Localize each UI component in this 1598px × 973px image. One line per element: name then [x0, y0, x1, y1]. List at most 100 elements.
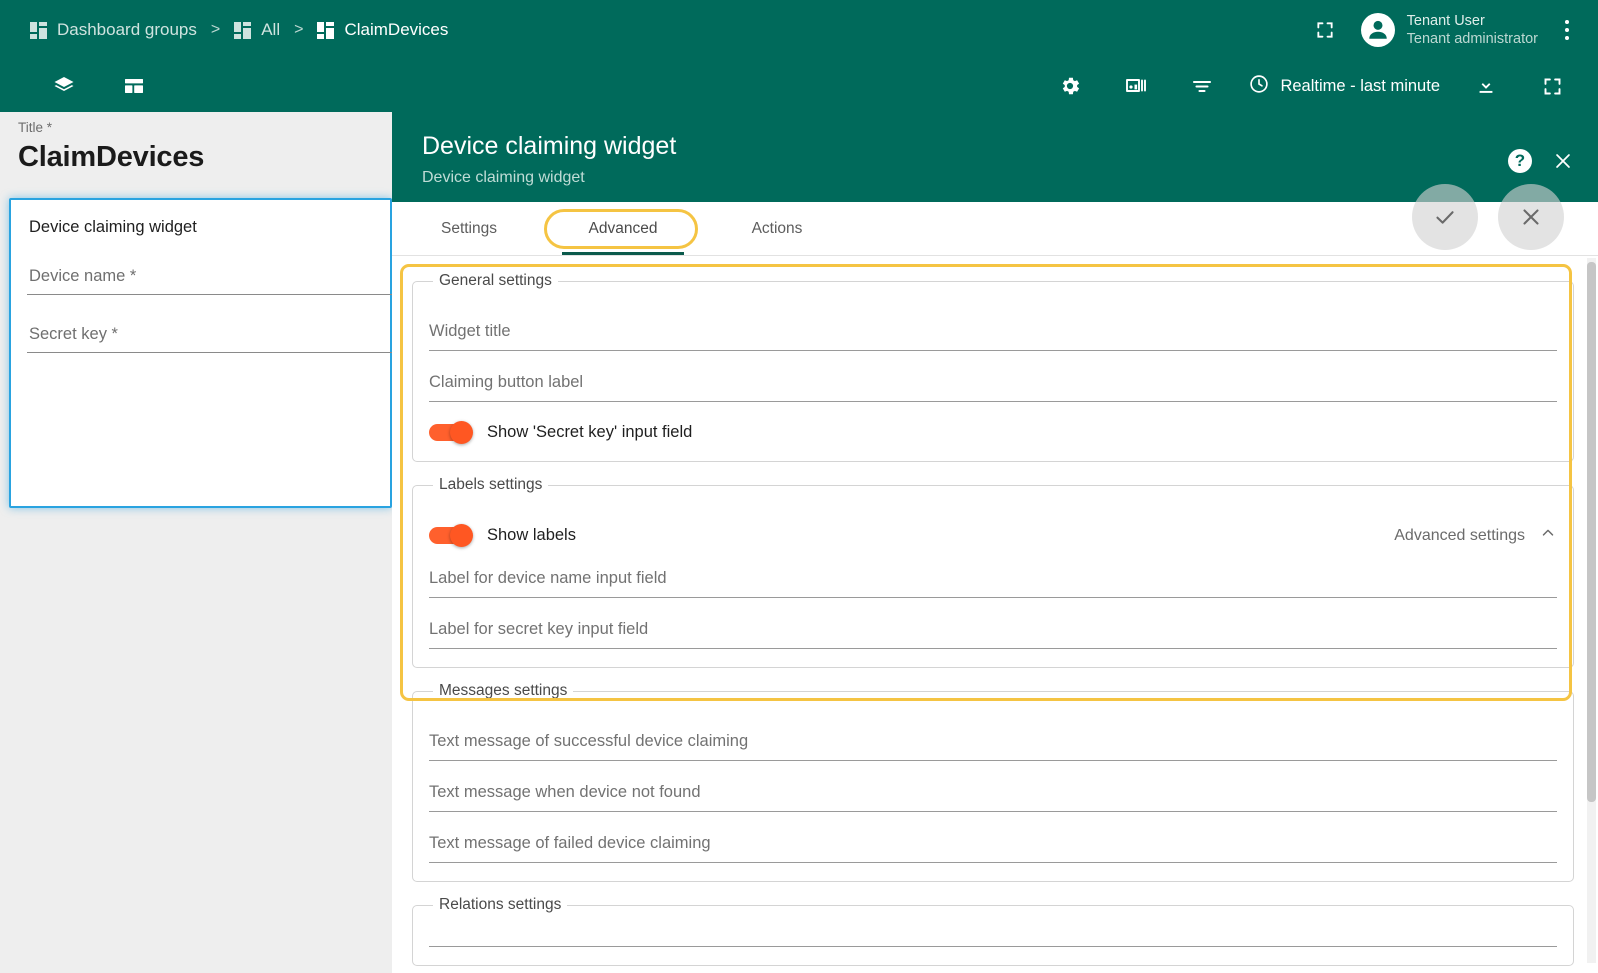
advanced-settings-form: General settings Widget title Claiming b… [392, 256, 1598, 973]
input-underline [429, 350, 1557, 351]
input-underline [429, 648, 1557, 649]
device-not-found-placeholder: Text message when device not found [429, 783, 1557, 811]
advanced-settings-expander[interactable]: Advanced settings [1394, 524, 1557, 547]
apply-button[interactable] [1412, 184, 1478, 250]
show-secret-key-label: Show 'Secret key' input field [487, 423, 692, 442]
toggle-knob [450, 524, 473, 547]
success-message-placeholder: Text message of successful device claimi… [429, 732, 1557, 760]
group-messages-settings: Messages settings Text message of succes… [412, 682, 1574, 882]
relations-placeholder-field[interactable] [429, 946, 1557, 947]
dialog-scrollbar-thumb[interactable] [1587, 262, 1596, 802]
breadcrumb-separator: > [197, 21, 234, 39]
show-secret-key-toggle[interactable] [429, 422, 471, 443]
device-name-label-field[interactable]: Label for device name input field [429, 569, 1557, 598]
widget-secret-key-field[interactable]: Secret key * [29, 325, 372, 353]
input-underline [429, 401, 1557, 402]
breadcrumb-label: All [261, 20, 280, 40]
breadcrumb-label: ClaimDevices [344, 20, 448, 40]
filter-icon[interactable] [1182, 66, 1222, 106]
time-window-label: Realtime - last minute [1280, 77, 1440, 96]
dialog-floating-actions [1412, 184, 1564, 250]
input-underline [429, 862, 1557, 863]
advanced-settings-label: Advanced settings [1394, 527, 1525, 545]
dashboard-grid-icon [30, 22, 47, 39]
user-menu[interactable]: Tenant User Tenant administrator [1361, 12, 1538, 48]
help-icon[interactable]: ? [1508, 149, 1532, 173]
widget-device-name-field[interactable]: Device name * [29, 267, 372, 295]
widget-title-placeholder: Widget title [429, 322, 1557, 350]
dialog-title: Device claiming widget [422, 132, 1598, 161]
claiming-button-label-field[interactable]: Claiming button label [429, 373, 1557, 402]
app-bar-actions: Tenant User Tenant administrator [1305, 10, 1598, 50]
tab-advanced[interactable]: Advanced [546, 202, 700, 255]
input-underline [429, 946, 1557, 947]
dashboard-edit-panel: Title * ClaimDevices Device claiming wid… [0, 112, 392, 973]
chevron-up-icon [1539, 524, 1557, 547]
widget-preview-card[interactable]: Device claiming widget Device name * Sec… [9, 198, 392, 508]
failed-claiming-message-field[interactable]: Text message of failed device claiming [429, 834, 1557, 863]
close-icon[interactable] [1550, 148, 1576, 174]
toggle-knob [450, 421, 473, 444]
breadcrumb-separator: > [280, 21, 317, 39]
dashboard-title-value: ClaimDevices [18, 141, 374, 174]
show-labels-toggle-row: Show labels Advanced settings [429, 524, 1557, 547]
tab-label: Advanced [589, 220, 658, 238]
tab-label: Settings [441, 220, 497, 238]
layers-icon[interactable] [44, 66, 84, 106]
breadcrumb-item-claimdevices[interactable]: ClaimDevices [317, 20, 448, 40]
top-app-bar: Dashboard groups > All > ClaimDevices [0, 0, 1598, 60]
secret-key-label-field[interactable]: Label for secret key input field [429, 620, 1557, 649]
tab-settings[interactable]: Settings [392, 202, 546, 255]
input-underline [27, 352, 392, 353]
clock-icon [1248, 73, 1270, 100]
group-general-settings: General settings Widget title Claiming b… [412, 272, 1574, 462]
tab-label: Actions [752, 220, 803, 238]
failed-claiming-placeholder: Text message of failed device claiming [429, 834, 1557, 862]
user-role: Tenant administrator [1407, 30, 1538, 48]
claiming-button-label-placeholder: Claiming button label [429, 373, 1557, 401]
download-icon[interactable] [1466, 66, 1506, 106]
input-underline [429, 811, 1557, 812]
group-labels-settings: Labels settings Show labels Advanced set… [412, 476, 1574, 668]
user-name: Tenant User [1407, 12, 1538, 30]
input-underline [27, 294, 392, 295]
device-name-label-placeholder: Label for device name input field [429, 569, 1557, 597]
show-labels-label: Show labels [487, 526, 576, 545]
dashboard-toolbar: Realtime - last minute [0, 60, 1598, 112]
more-vertical-icon[interactable] [1554, 10, 1580, 50]
tab-actions[interactable]: Actions [700, 202, 854, 255]
show-labels-toggle[interactable] [429, 525, 471, 546]
group-legend: Relations settings [433, 896, 567, 914]
breadcrumb: Dashboard groups > All > ClaimDevices [0, 20, 448, 40]
input-underline [429, 760, 1557, 761]
secret-key-label-placeholder: Label for secret key input field [429, 620, 1557, 648]
breadcrumb-item-dashboard-groups[interactable]: Dashboard groups [30, 20, 197, 40]
gear-icon[interactable] [1050, 66, 1090, 106]
widget-title-field[interactable]: Widget title [429, 322, 1557, 351]
widget-secret-key-placeholder: Secret key * [29, 325, 372, 352]
widget-device-name-placeholder: Device name * [29, 267, 372, 294]
dashboard-grid-icon [317, 22, 334, 39]
widget-config-dialog: Device claiming widget Device claiming w… [392, 112, 1598, 973]
account-circle-icon [1361, 13, 1395, 47]
group-legend: General settings [433, 272, 558, 290]
dashboard-title-field[interactable]: Title * ClaimDevices [0, 112, 392, 188]
fullscreen-icon[interactable] [1305, 10, 1345, 50]
success-message-field[interactable]: Text message of successful device claimi… [429, 732, 1557, 761]
breadcrumb-label: Dashboard groups [57, 20, 197, 40]
breadcrumb-item-all[interactable]: All [234, 20, 280, 40]
discard-button[interactable] [1498, 184, 1564, 250]
show-secret-key-toggle-row: Show 'Secret key' input field [429, 422, 1557, 443]
time-window-selector[interactable]: Realtime - last minute [1248, 73, 1440, 100]
devices-icon[interactable] [1116, 66, 1156, 106]
dialog-content: General settings Widget title Claiming b… [392, 256, 1598, 973]
device-not-found-message-field[interactable]: Text message when device not found [429, 783, 1557, 812]
group-legend: Labels settings [433, 476, 548, 494]
user-identity: Tenant User Tenant administrator [1407, 12, 1538, 48]
input-underline [429, 597, 1557, 598]
group-legend: Messages settings [433, 682, 573, 700]
fullscreen-icon[interactable] [1532, 66, 1572, 106]
group-relations-settings: Relations settings [412, 896, 1574, 966]
dashboard-layout-icon[interactable] [114, 66, 154, 106]
dashboard-grid-icon [234, 22, 251, 39]
